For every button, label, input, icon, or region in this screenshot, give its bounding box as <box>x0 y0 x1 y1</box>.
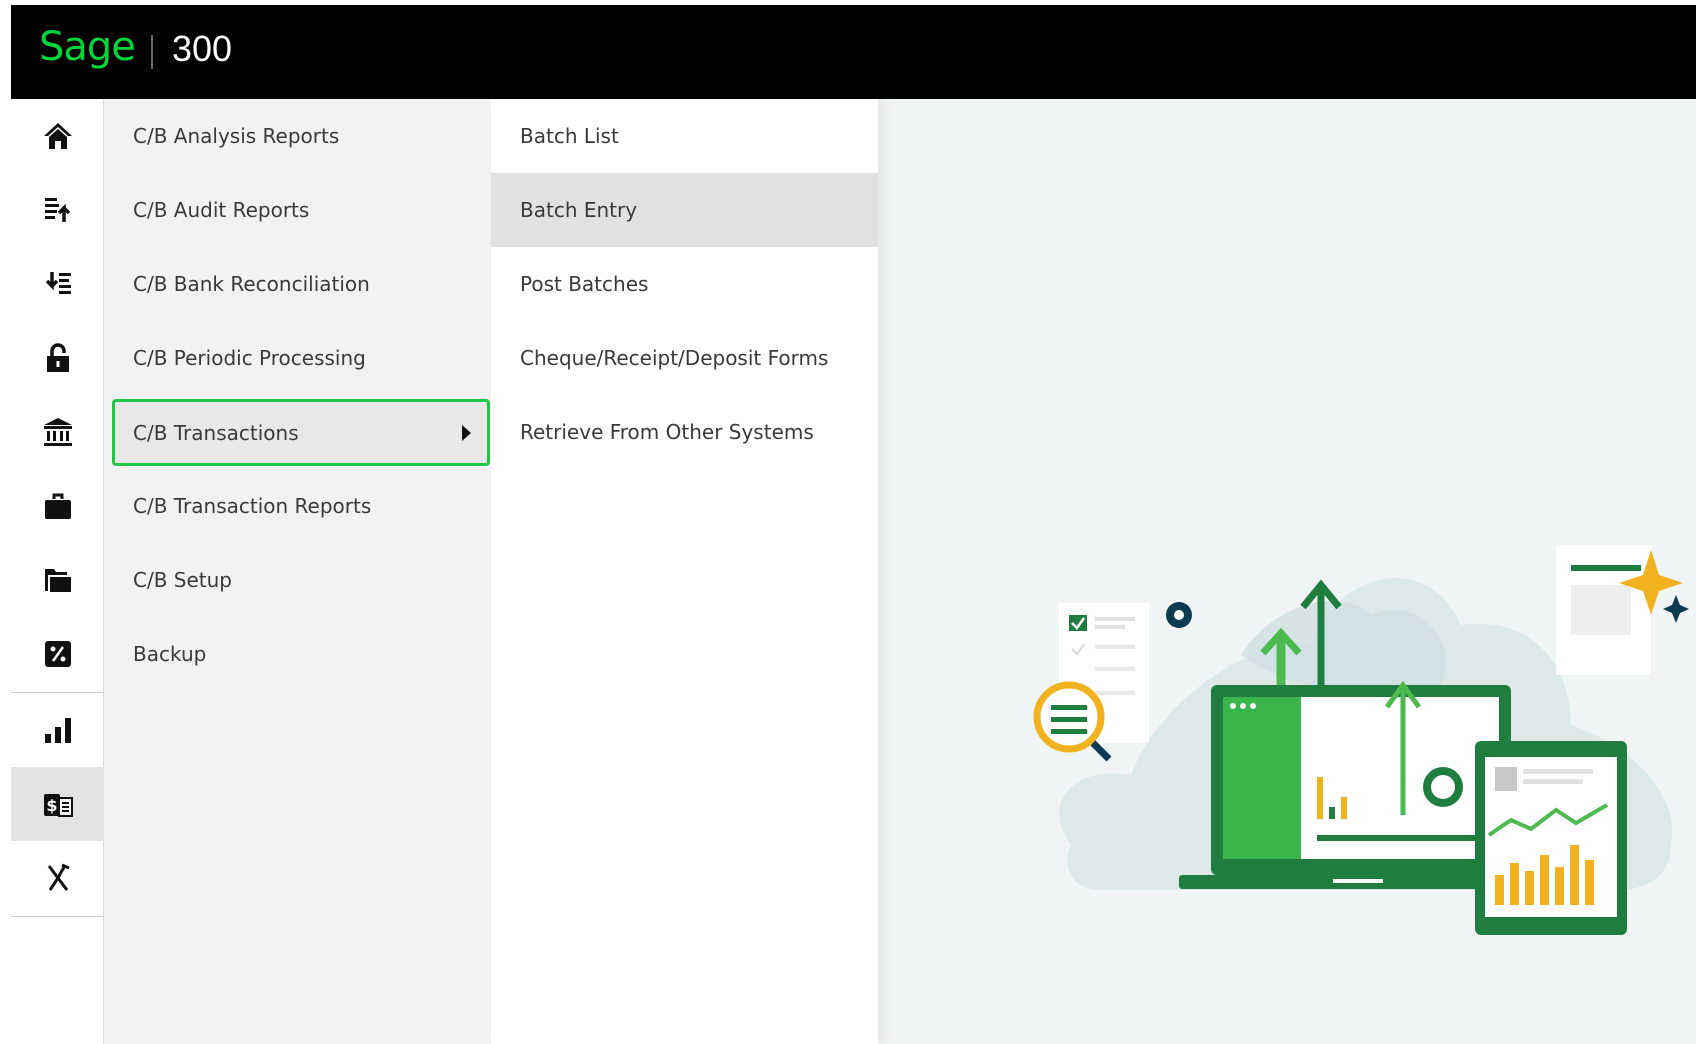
tools-button[interactable] <box>11 841 104 915</box>
top-bar: Sage 300 <box>11 5 1696 99</box>
submenu-item-label: Post Batches <box>520 272 649 296</box>
separator <box>11 916 104 917</box>
percent-icon <box>42 638 74 670</box>
menu-item-label: C/B Analysis Reports <box>133 124 340 148</box>
caret-right-icon <box>462 424 471 441</box>
menu-item-label: C/B Transaction Reports <box>133 494 372 518</box>
module-button-1[interactable] <box>11 173 104 247</box>
menu-item-label: Backup <box>133 642 207 666</box>
list-upload-icon <box>42 194 74 226</box>
submenu-item-batch-entry[interactable]: Batch Entry <box>491 173 878 247</box>
tools-icon <box>42 862 74 894</box>
submenu-item-post-batches[interactable]: Post Batches <box>491 247 878 321</box>
submenu-item-label: Batch List <box>520 124 619 148</box>
product-name: 300 <box>172 28 233 69</box>
menu-item-transactions[interactable]: C/B Transactions <box>112 399 490 466</box>
logo-divider <box>151 35 153 69</box>
bank-icon <box>42 416 74 448</box>
list-download-icon <box>42 268 74 300</box>
submenu-item-forms[interactable]: Cheque/Receipt/Deposit Forms <box>491 321 878 395</box>
folder-icon <box>42 564 74 596</box>
dashboard-illustration <box>1011 545 1691 965</box>
menu-item-label: C/B Bank Reconciliation <box>133 272 370 296</box>
submenu-item-batch-list[interactable]: Batch List <box>491 99 878 173</box>
menu-item-backup[interactable]: Backup <box>104 617 491 691</box>
module-button-8[interactable] <box>11 693 104 767</box>
home-icon <box>42 120 74 152</box>
menu-item-transaction-reports[interactable]: C/B Transaction Reports <box>104 469 491 543</box>
submenu-item-label: Batch Entry <box>520 198 638 222</box>
submenu-item-label: Retrieve From Other Systems <box>520 420 814 444</box>
menu-item-setup[interactable]: C/B Setup <box>104 543 491 617</box>
menu-item-label: C/B Transactions <box>133 420 299 445</box>
app-window: Sage 300 $ C/B Analysis Reports C/B Audi… <box>11 5 1696 1044</box>
sage-logo[interactable]: Sage <box>39 23 136 71</box>
cash-book-icon: $ <box>42 788 74 820</box>
module-button-6[interactable] <box>11 543 104 617</box>
module-button-3[interactable] <box>11 321 104 395</box>
module-button-2[interactable] <box>11 247 104 321</box>
menu-item-audit-reports[interactable]: C/B Audit Reports <box>104 173 491 247</box>
menu-item-label: C/B Periodic Processing <box>133 346 366 370</box>
module-icon-bar: $ <box>11 99 104 1044</box>
submenu-item-retrieve[interactable]: Retrieve From Other Systems <box>491 395 878 469</box>
menu-item-label: C/B Audit Reports <box>133 198 310 222</box>
cash-book-module-button[interactable]: $ <box>11 767 104 841</box>
cash-book-menu: C/B Analysis Reports C/B Audit Reports C… <box>104 99 491 1044</box>
home-button[interactable] <box>11 99 104 173</box>
module-button-4[interactable] <box>11 395 104 469</box>
menu-item-analysis-reports[interactable]: C/B Analysis Reports <box>104 99 491 173</box>
menu-item-periodic-processing[interactable]: C/B Periodic Processing <box>104 321 491 395</box>
submenu-item-label: Cheque/Receipt/Deposit Forms <box>520 346 829 370</box>
transactions-submenu: Batch List Batch Entry Post Batches Cheq… <box>491 99 878 1044</box>
unlock-icon <box>42 342 74 374</box>
menu-item-label: C/B Setup <box>133 568 232 592</box>
menu-item-bank-reconciliation[interactable]: C/B Bank Reconciliation <box>104 247 491 321</box>
module-button-7[interactable] <box>11 617 104 691</box>
svg-text:$: $ <box>46 796 57 815</box>
bar-chart-icon <box>42 714 74 746</box>
module-button-5[interactable] <box>11 469 104 543</box>
briefcase-icon <box>42 490 74 522</box>
